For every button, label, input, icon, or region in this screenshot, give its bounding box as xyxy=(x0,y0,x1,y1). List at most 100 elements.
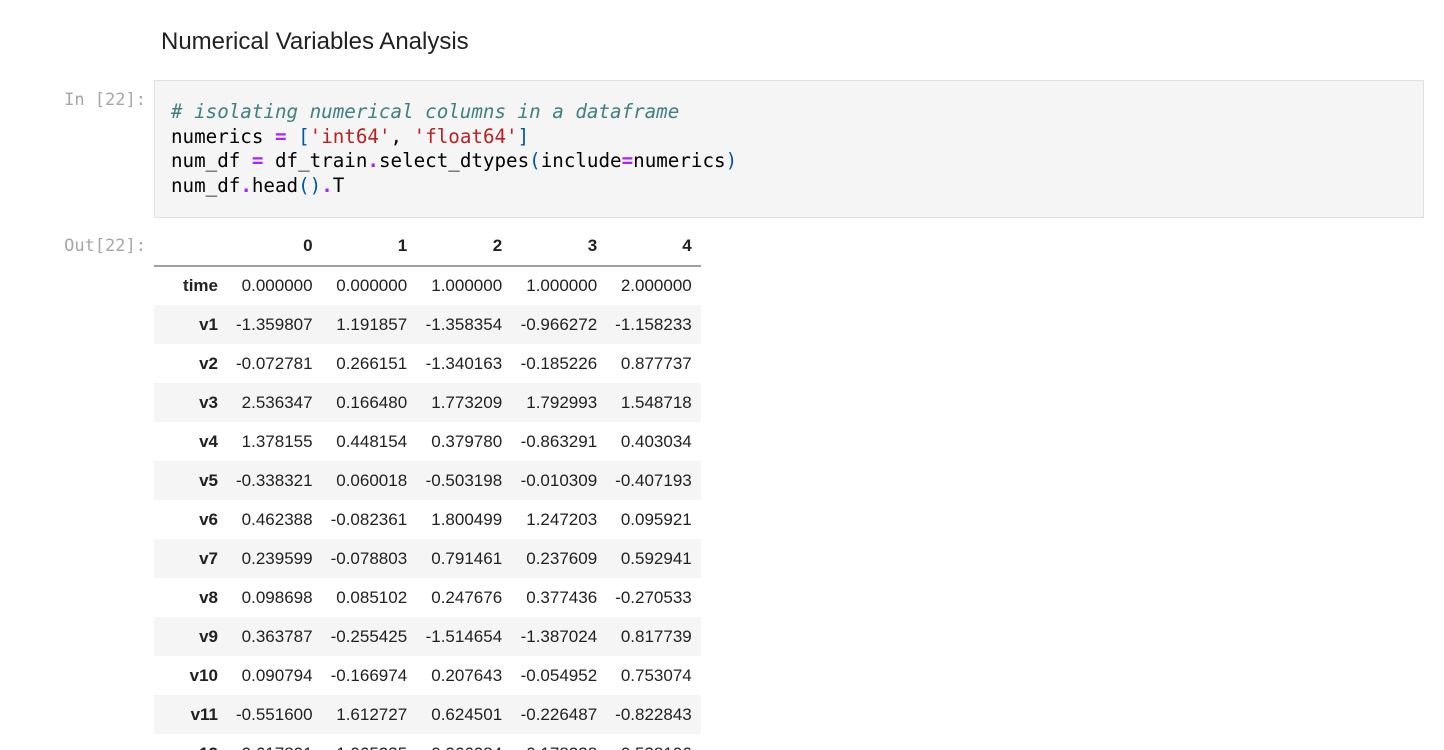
table-row: v10 0.090794 -0.166974 0.207643 -0.054952 0.7… xyxy=(154,656,701,695)
table-cell: -0.082361 xyxy=(330,509,408,529)
table-cell: -1.158233 xyxy=(615,314,692,334)
column-header: 1 xyxy=(321,226,417,267)
table-cell: 0.266151 xyxy=(336,353,408,373)
table-body: time 0.000000 0.000000 1.000000 1.000000 2.00… xyxy=(154,266,701,750)
table-cell: 0.403034 xyxy=(620,431,692,451)
code-bracket: ] xyxy=(517,124,530,148)
code-comment: # isolating numerical columns in a dataf… xyxy=(171,100,680,123)
code-string: 'int64' xyxy=(309,124,391,148)
code-token: df_train xyxy=(263,149,368,173)
code-token: select_dtypes xyxy=(378,149,530,173)
table-cell: 0.066084 xyxy=(416,734,511,750)
table-row: v1 -1.359807 1.191857 -1.358354 -0.966272 -1.… xyxy=(154,305,701,344)
table-row: v7 0.239599 -0.078803 0.791461 0.237609 0.592… xyxy=(154,539,701,578)
code-operator: . xyxy=(321,173,333,197)
code-bracket: () xyxy=(298,173,322,197)
table-cell: -0.863291 xyxy=(520,431,598,451)
table-cell: 0.237609 xyxy=(526,548,598,568)
table-cell: -0.226487 xyxy=(520,704,598,724)
table-row: v6 0.462388 -0.082361 1.800499 1.247203 0.095… xyxy=(154,500,701,539)
table-cell: -1.387024 xyxy=(520,626,598,646)
table-cell: -0.270533 xyxy=(615,587,692,607)
table-cell: 1.548718 xyxy=(620,392,692,412)
table-cell: -0.338321 xyxy=(236,470,313,490)
table-cell: 0.207643 xyxy=(431,665,503,685)
table-cell: -0.407193 xyxy=(615,470,692,490)
table-cell: 1.773209 xyxy=(431,392,503,412)
code-token: T xyxy=(332,173,345,197)
table-cell: 1.247203 xyxy=(526,509,598,529)
table-row: v2 -0.072781 0.266151 -1.340163 -0.185226 0.8… xyxy=(154,344,701,383)
table-row: v9 0.363787 -0.255425 -1.514654 -1.387024 0.8… xyxy=(154,617,701,656)
table-cell: 1.378155 xyxy=(241,431,313,451)
table-cell: 0.098698 xyxy=(241,587,313,607)
table-row: v5 -0.338321 0.060018 -0.503198 -0.010309 -0.… xyxy=(154,461,701,500)
table-cell: 1.800499 xyxy=(431,509,503,529)
table-cell: 2.536347 xyxy=(241,392,313,412)
table-cell: 0.462388 xyxy=(241,509,313,529)
table-cell: 1.191857 xyxy=(336,314,408,334)
code-operator: . xyxy=(367,149,379,173)
column-header: 0 xyxy=(227,226,322,267)
code-token: numerics xyxy=(171,124,275,148)
table-cell: -0.185226 xyxy=(520,353,598,373)
table-cell: -0.966272 xyxy=(520,314,598,334)
table-cell: 0.095921 xyxy=(620,509,692,529)
table-cell: 0.624501 xyxy=(431,704,503,724)
table-cell: -1.340163 xyxy=(425,353,503,373)
table-cell: -1.358354 xyxy=(425,314,503,334)
table-cell: 0.178228 xyxy=(511,734,606,750)
table-cell: 0.817739 xyxy=(620,626,692,646)
table-row: v8 0.098698 0.085102 0.247676 0.377436 -0.270… xyxy=(154,578,701,617)
column-header: 3 xyxy=(511,226,607,267)
row-index-label: v10 xyxy=(189,665,218,685)
column-header: 2 xyxy=(416,226,512,267)
table-row: time 0.000000 0.000000 1.000000 1.000000 2.00… xyxy=(154,266,701,305)
row-index-label: v7 xyxy=(199,548,218,568)
table-cell: 0.247676 xyxy=(431,587,503,607)
code-operator: . xyxy=(240,173,252,197)
code-cell-input[interactable]: # isolating numerical columns in a dataf… xyxy=(154,80,1424,218)
table-corner-header xyxy=(154,226,227,267)
table-row: v11 -0.551600 1.612727 0.624501 -0.226487 -0.… xyxy=(154,695,701,734)
table-cell: 0.085102 xyxy=(336,587,408,607)
table-cell: 0.000000 xyxy=(336,276,408,295)
row-index-label: time xyxy=(183,276,218,295)
table-cell: -0.551600 xyxy=(236,704,313,724)
markdown-heading: Numerical Variables Analysis xyxy=(161,28,469,55)
dataframe-table: 0 1 2 3 4 time 0.000000 0.000000 1.000000 1.… xyxy=(154,226,701,750)
code-token: include xyxy=(540,149,622,173)
table-cell: 1.792993 xyxy=(526,392,598,412)
table-cell: 0.060018 xyxy=(336,470,408,490)
code-operator: = xyxy=(274,124,287,148)
row-index-label: v8 xyxy=(199,587,218,607)
table-cell: 0.538196 xyxy=(606,734,701,750)
row-index-label: v12 xyxy=(154,734,227,750)
table-cell: -0.054952 xyxy=(520,665,598,685)
table-cell: 0.791461 xyxy=(431,548,503,568)
table-cell: 0.166480 xyxy=(336,392,408,412)
code-token: numerics xyxy=(633,149,726,173)
table-cell: 0.363787 xyxy=(241,626,313,646)
table-row: v4 1.378155 0.448154 0.379780 -0.863291 0.403… xyxy=(154,422,701,461)
table-cell: -1.514654 xyxy=(425,626,503,646)
table-row: v3 2.536347 0.166480 1.773209 1.792993 1.5487… xyxy=(154,383,701,422)
table-cell: 1.000000 xyxy=(526,276,598,295)
table-cell: -0.617801 xyxy=(227,734,322,750)
row-index-label: v4 xyxy=(199,431,218,451)
table-cell: -0.822843 xyxy=(615,704,692,724)
table-row: v12-0.6178011.0652350.0660840.1782280.53… xyxy=(154,734,701,750)
table-cell: -0.503198 xyxy=(425,470,503,490)
code-operator: = xyxy=(621,149,634,173)
code-string: 'float64' xyxy=(413,124,518,148)
code-bracket: [ xyxy=(298,124,310,148)
code-bracket: ) xyxy=(725,149,738,173)
table-cell: 1.065235 xyxy=(322,734,417,750)
table-cell: 1.000000 xyxy=(431,276,503,295)
code-editor[interactable]: # isolating numerical columns in a dataf… xyxy=(171,100,737,198)
table-cell: -0.166974 xyxy=(330,665,408,685)
row-index-label: v1 xyxy=(199,314,218,334)
code-token: head xyxy=(251,173,299,197)
row-index-label: v11 xyxy=(190,704,218,724)
